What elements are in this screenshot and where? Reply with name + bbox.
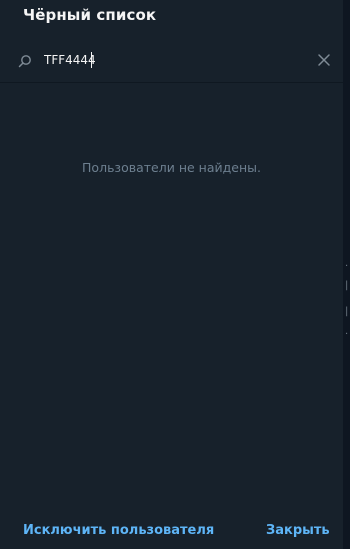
text-cursor [91,52,92,68]
search-bar [0,38,343,83]
background-text-fragment: . [345,258,349,269]
background-text-fragment: | [345,306,349,317]
search-input[interactable] [44,50,294,70]
background-text-fragment: | [345,280,349,291]
background-window-strip: . | | . [343,0,350,549]
background-text-fragment: . [345,326,349,337]
search-icon [18,55,31,68]
blacklist-dialog: Чёрный список Пользователи не найдены. И… [0,0,343,549]
close-button[interactable]: Закрыть [266,523,330,538]
exclude-user-button[interactable]: Исключить пользователя [23,523,214,538]
dialog-title: Чёрный список [23,6,157,24]
close-icon[interactable] [317,53,331,67]
empty-state-message: Пользователи не найдены. [82,160,261,175]
